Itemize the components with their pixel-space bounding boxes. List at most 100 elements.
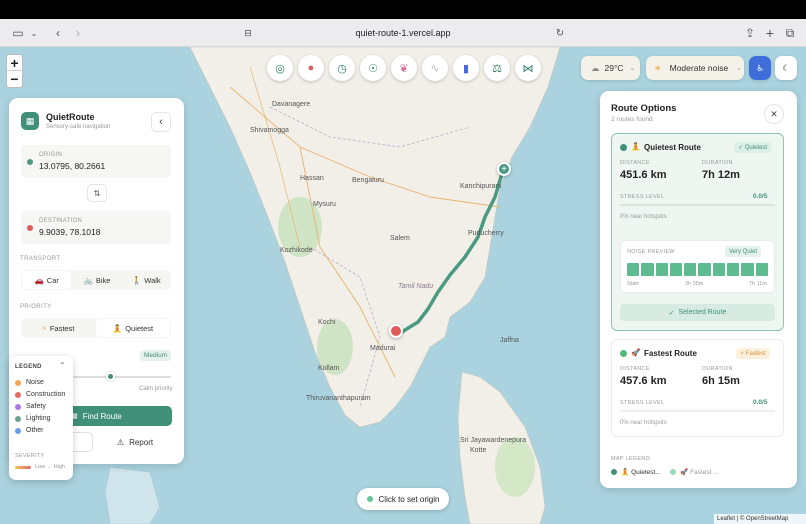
share-icon[interactable]: ⇪ <box>742 25 758 41</box>
forward-icon[interactable]: › <box>70 25 86 41</box>
balance-icon[interactable]: ⚖ <box>484 55 510 81</box>
route-trace-icon[interactable]: ∿ <box>422 55 448 81</box>
bike-icon: 🚲 <box>83 275 93 285</box>
sensitivity-slider-handle[interactable] <box>106 372 115 381</box>
car-icon: 🚗 <box>34 275 44 285</box>
sun-icon: ☀ <box>654 62 662 73</box>
route-count: 2 routes found <box>611 116 653 123</box>
route-dot-icon <box>620 350 627 357</box>
zoom-in-button[interactable]: + <box>7 55 22 71</box>
meditation-icon: 🧘 <box>621 469 630 476</box>
zoom-out-button[interactable]: − <box>7 71 22 87</box>
route-dot-icon <box>670 469 676 475</box>
share-icon[interactable]: ⋈ <box>515 55 541 81</box>
selected-route-button[interactable]: ✓ Selected Route <box>620 304 775 321</box>
route-options-title: Route Options <box>611 103 677 114</box>
new-tab-icon[interactable]: + <box>762 25 778 41</box>
map-label-madurai: Madurai <box>370 345 396 352</box>
meditation-icon: 🧘 <box>631 142 641 151</box>
tabs-overview-icon[interactable]: ⧉ <box>782 25 798 41</box>
destination-marker[interactable] <box>389 324 403 338</box>
destination-label: DESTINATION <box>39 218 83 224</box>
chart-icon[interactable]: ▮ <box>453 55 479 81</box>
collapse-panel-button[interactable]: ‹ <box>151 112 171 132</box>
sidebar-toggle-icon[interactable]: ▭ <box>10 25 26 41</box>
sensitivity-slider[interactable] <box>73 376 171 378</box>
fastest-route-card[interactable]: 🚀 Fastest Route ⚡ Fastest DISTANCE 457.6… <box>611 339 784 437</box>
noise-preview-value: Very Quiet <box>725 246 762 257</box>
chevron-up-icon[interactable]: ⌃ <box>59 361 66 370</box>
swap-icon[interactable]: ⇅ <box>87 184 107 202</box>
weather-temperature: 29°C <box>604 63 624 73</box>
transport-car[interactable]: 🚗 Car <box>22 271 72 289</box>
stress-bar <box>620 204 775 206</box>
legend-dot-icon <box>15 427 21 434</box>
noise-level-pill[interactable]: ☀ Moderate noise ⌄ <box>646 56 744 80</box>
quietest-route-card[interactable]: 🧘 Quietest Route ✓ Quietest DISTANCE 451… <box>611 133 784 331</box>
destination-field[interactable]: DESTINATION 9.9039, 78.1018 <box>21 211 171 244</box>
pin-icon[interactable]: ● <box>298 55 324 81</box>
url-text: quiet-route-1.vercel.app <box>355 28 451 38</box>
app-title: QuietRoute <box>46 112 95 122</box>
legend-item: Other <box>15 427 44 434</box>
legend-dot-icon <box>15 415 21 422</box>
origin-marker[interactable]: + <box>497 162 511 176</box>
legend-item: Construction <box>15 391 65 398</box>
transport-walk[interactable]: 🚶 Walk <box>122 270 171 290</box>
priority-quietest[interactable]: 🧘 Quietest <box>96 319 170 337</box>
location-icon[interactable]: ◎ <box>267 55 293 81</box>
noise-timeline <box>627 263 768 276</box>
origin-value: 13.0795, 80.2661 <box>39 161 106 171</box>
legend-dot-icon <box>15 403 21 410</box>
app-subtitle: Sensory-safe navigation <box>46 124 111 130</box>
origin-dot-icon <box>27 159 33 165</box>
distance-label: DISTANCE <box>620 366 650 372</box>
legend-item: Lighting <box>15 415 51 422</box>
map-label-jaffna: Jaffna <box>500 337 519 344</box>
legend-item: Safety <box>15 403 46 410</box>
report-button[interactable]: ⚠ Report <box>99 432 171 452</box>
origin-label: ORIGIN <box>39 152 63 158</box>
clock-icon[interactable]: ◷ <box>329 55 355 81</box>
timeline-end: 7h 11m <box>749 281 767 287</box>
stress-bar <box>620 410 775 412</box>
map-legend-quietest: 🧘 Quietest... <box>611 468 661 476</box>
priority-fastest[interactable]: ⚡ Fastest <box>21 318 95 338</box>
map-label-salem: Salem <box>390 235 410 242</box>
brain-icon[interactable]: ❦ <box>391 55 417 81</box>
legend-dot-icon <box>15 391 21 398</box>
priority-label: PRIORITY <box>20 304 52 310</box>
map-attribution[interactable]: Leaflet | © OpenStreetMap <box>714 514 806 524</box>
set-origin-hint: Click to set origin <box>357 488 449 510</box>
calm-priority-label: Calm priority <box>139 386 173 392</box>
noise-preview-card: NOISE PREVIEW Very Quiet Start 3h 35m 7h… <box>620 240 775 293</box>
map-legend-fastest: 🚀 Fastest ... <box>670 468 719 476</box>
duration-label: DURATION <box>702 366 733 372</box>
destination-dot-icon <box>27 225 33 231</box>
map-icon: ▦ <box>21 112 39 130</box>
reload-icon[interactable]: ↻ <box>552 25 568 41</box>
chevron-down-icon: ⌄ <box>629 65 636 72</box>
priority-selector: ⚡ Fastest 🧘 Quietest <box>21 318 171 338</box>
warning-icon: ⚠ <box>116 437 125 447</box>
moon-icon[interactable]: ☾ <box>775 56 797 80</box>
meditation-icon[interactable]: ☉ <box>360 55 386 81</box>
duration-label: DURATION <box>702 160 733 166</box>
transport-bike[interactable]: 🚲 Bike <box>72 270 121 290</box>
legend-title: LEGEND <box>15 364 42 370</box>
address-bar[interactable]: quiet-route-1.vercel.app <box>240 24 566 42</box>
close-icon[interactable]: ✕ <box>764 104 784 124</box>
map-label-kollam: Kollam <box>318 365 340 372</box>
hotspots-text: 0% near hotspots <box>620 214 667 220</box>
chevron-down-icon[interactable]: ⌄ <box>26 25 42 41</box>
accessibility-icon[interactable]: ♿ <box>749 56 771 80</box>
route-name: Fastest Route <box>644 349 697 358</box>
legend-dot-icon <box>15 379 21 386</box>
origin-field[interactable]: ORIGIN 13.0795, 80.2661 <box>21 145 171 178</box>
map-label-davanagere: Davanagere <box>272 101 311 108</box>
distance-label: DISTANCE <box>620 160 650 166</box>
stress-value: 0.0/5 <box>753 399 768 406</box>
back-icon[interactable]: ‹ <box>50 25 66 41</box>
weather-pill[interactable]: ☁ 29°C ⌄ <box>581 56 640 80</box>
walk-icon: 🚶 <box>131 275 142 285</box>
